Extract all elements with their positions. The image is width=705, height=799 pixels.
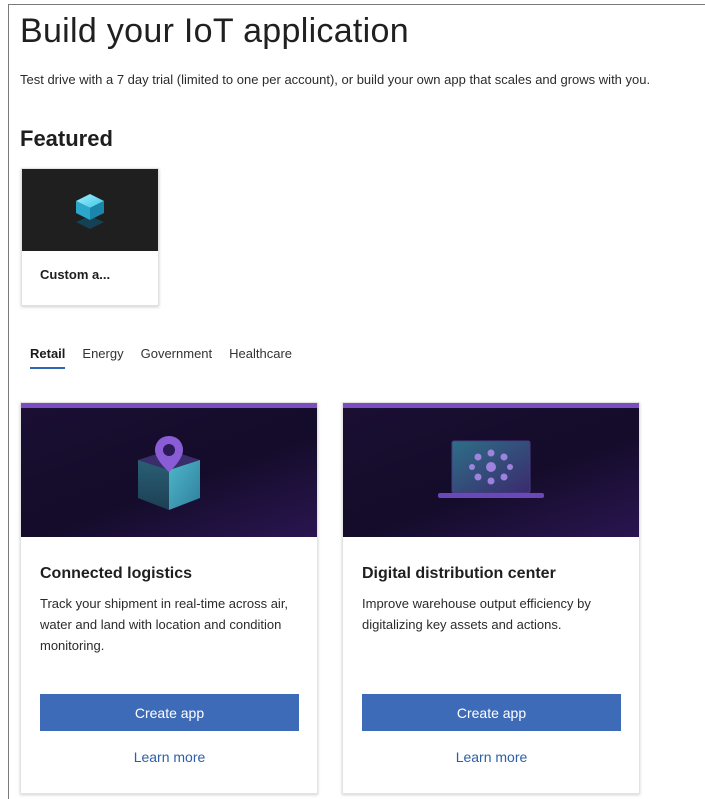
industry-tabs: Retail Energy Government Healthcare <box>30 344 309 369</box>
page-subtitle: Test drive with a 7 day trial (limited t… <box>20 72 651 87</box>
featured-heading: Featured <box>20 126 113 151</box>
tab-government[interactable]: Government <box>141 344 213 369</box>
create-app-button[interactable]: Create app <box>362 694 621 731</box>
card-hero <box>343 403 639 537</box>
template-card-digital-distribution-center: Digital distribution center Improve ware… <box>342 402 640 794</box>
card-title: Digital distribution center <box>362 565 556 582</box>
card-description: Improve warehouse output efficiency by d… <box>362 596 591 632</box>
package-location-icon <box>138 435 200 510</box>
page-title: Build your IoT application <box>20 12 409 50</box>
tab-healthcare[interactable]: Healthcare <box>229 344 292 369</box>
iot-cube-icon <box>76 194 104 229</box>
card-title: Connected logistics <box>40 565 193 582</box>
learn-more-link[interactable]: Learn more <box>40 749 299 765</box>
card-description: Track your shipment in real-time across … <box>40 596 289 653</box>
card-hero <box>21 403 317 537</box>
tab-energy[interactable]: Energy <box>82 344 123 369</box>
featured-thumbnail <box>22 169 158 251</box>
learn-more-link[interactable]: Learn more <box>362 749 621 765</box>
laptop-network-icon <box>438 440 544 498</box>
featured-card-label: Custom a... <box>40 267 111 282</box>
create-app-button[interactable]: Create app <box>40 694 299 731</box>
tab-retail[interactable]: Retail <box>30 344 66 369</box>
featured-card-custom-app[interactable]: Custom a... <box>21 168 159 306</box>
template-card-connected-logistics: Connected logistics Track your shipment … <box>20 402 318 794</box>
